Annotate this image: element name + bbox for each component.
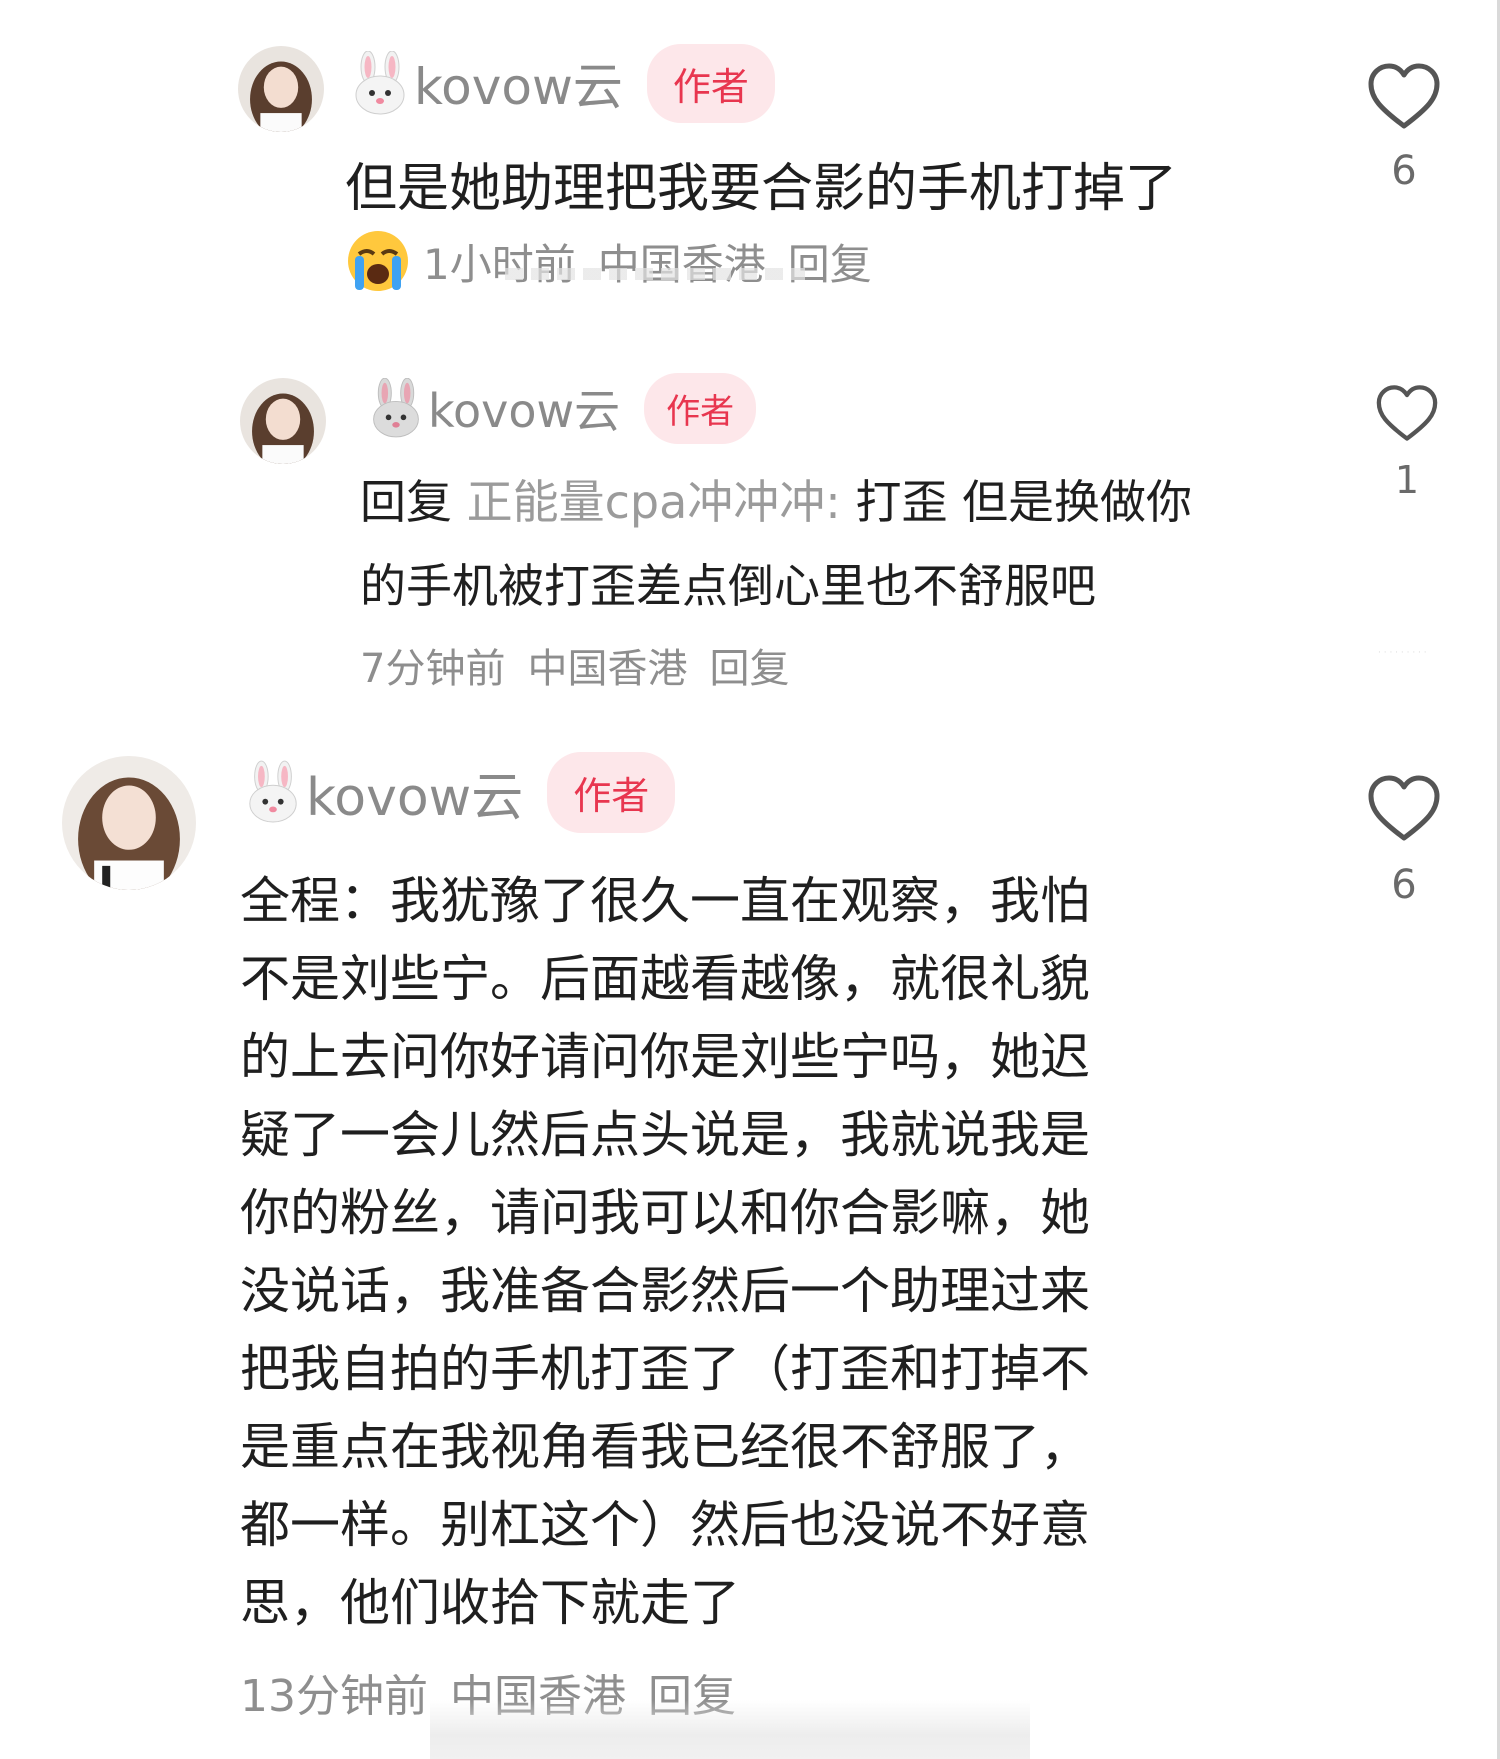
comment-line: 疑了一会儿然后点头说是，我就说我是: [240, 1106, 1090, 1164]
comment-line: 不是刘些宁。后面越看越像，就很礼貌: [240, 950, 1090, 1008]
comment-line: 思，他们收拾下就走了: [240, 1574, 740, 1632]
comment-time: 1小时前: [423, 239, 576, 289]
author-badge: 作者: [547, 751, 676, 833]
comment-line: 都一样。别杠这个）然后也没说不好意: [240, 1496, 1090, 1554]
avatar[interactable]: [62, 756, 196, 890]
like-button[interactable]: 6: [1364, 62, 1444, 194]
comment-line: 的上去问你好请问你是刘些宁吗，她迟: [240, 1028, 1090, 1086]
heart-icon: [1376, 385, 1438, 441]
comment-header: kovow云 作者: [244, 751, 676, 833]
like-button[interactable]: 1: [1372, 384, 1442, 502]
author-badge: 作者: [646, 43, 775, 123]
comment-time: 13分钟前: [240, 1671, 428, 1722]
like-count: 6: [1391, 862, 1417, 908]
username[interactable]: kovow云: [414, 47, 623, 119]
comment-line: 没说话，我准备合影然后一个助理过来: [240, 1262, 1090, 1320]
comment-text-line1: 打歪 但是换做你: [855, 475, 1193, 529]
avatar[interactable]: [240, 378, 326, 464]
author-badge: 作者: [644, 372, 757, 444]
avatar[interactable]: [238, 46, 324, 132]
comment-text-line2: 的手机被打歪差点倒心里也不舒服吧: [360, 559, 1096, 613]
comment-text: 回复 正能量cpa冲冲冲: 打歪 但是换做你: [360, 466, 1192, 532]
comment-meta: 7分钟前 中国香港 回复: [360, 636, 789, 694]
comment-header: kovow云 作者: [350, 43, 775, 123]
comment-body: 全程：我犹豫了很久一直在观察，我怕 不是刘些宁。后面越看越像，就很礼貌 的上去问…: [240, 862, 1090, 1642]
comment-time: 7分钟前: [360, 646, 506, 692]
reply-button[interactable]: 回复: [709, 636, 789, 694]
comment-header: kovow云 作者: [368, 372, 757, 444]
heart-icon: [1368, 63, 1440, 129]
loudly-crying-face-icon: [345, 228, 411, 294]
comment-meta: 1小时前 中国香港 回复: [345, 228, 872, 294]
comment-location: 中国香港: [527, 646, 688, 692]
comment-text: 但是她助理把我要合影的手机打掉了: [345, 159, 1178, 219]
heart-icon: [1368, 775, 1440, 841]
like-count: 6: [1391, 148, 1417, 194]
rabbit-face-icon: [244, 760, 302, 824]
faint-watermark: · · · · · · · · ·: [1378, 648, 1427, 658]
reply-mention[interactable]: 正能量cpa冲冲冲:: [467, 475, 841, 529]
rabbit-face-icon: [368, 378, 424, 438]
reply-button[interactable]: 回复: [788, 231, 872, 292]
username[interactable]: kovow云: [428, 375, 620, 441]
comment-location: 中国香港: [597, 239, 766, 289]
comment-line: 你的粉丝，请问我可以和你合影嘛，她: [240, 1184, 1090, 1242]
reply-prefix: 回复: [360, 475, 452, 529]
comment-line: 全程：我犹豫了很久一直在观察，我怕: [240, 872, 1090, 930]
bottom-fade-overlay: [430, 1700, 1030, 1759]
rabbit-face-icon: [350, 51, 410, 115]
comment-line: 是重点在我视角看我已经很不舒服了，: [240, 1418, 1090, 1476]
clipped-text-fragment: [505, 268, 805, 280]
like-count: 1: [1394, 458, 1420, 502]
comment-line: 把我自拍的手机打歪了（打歪和打掉不: [240, 1340, 1090, 1398]
like-button[interactable]: 6: [1364, 774, 1444, 908]
username[interactable]: kovow云: [306, 755, 523, 830]
